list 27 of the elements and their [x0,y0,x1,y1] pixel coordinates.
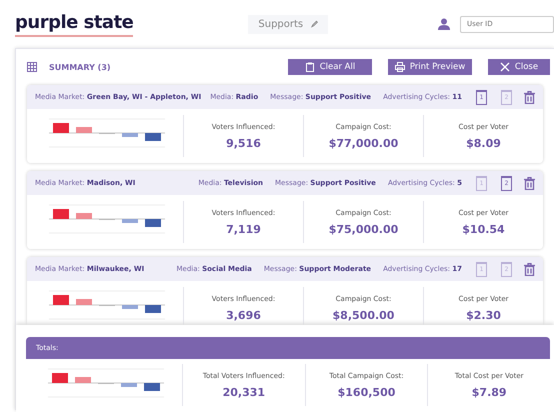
stat-value: $160,500 [338,386,396,398]
stat-value: $7.89 [472,386,507,398]
user-icon [438,18,450,30]
pencil-icon [311,20,318,28]
trash-icon[interactable] [524,176,535,190]
stat-value: $75,000.00 [328,222,398,236]
trash-icon[interactable] [524,262,535,276]
page-title[interactable]: Supports [248,14,328,34]
clipboard-icon [304,62,315,72]
stat-value: 7,119 [226,222,261,236]
summary-title: SUMMARY (3) [49,62,111,72]
logo: purple state [15,11,134,37]
stat-value: 20,331 [222,386,266,398]
print-button[interactable]: Print Preview [388,59,472,75]
close-button[interactable]: Close [488,59,550,75]
close-icon [500,62,510,72]
stat-value: $8.09 [466,136,501,150]
stat-value: $77,000.00 [328,136,398,150]
stat-value: $2.30 [466,308,501,322]
stat-value: $10.54 [462,222,505,236]
printer-icon [394,62,405,72]
stat-value: 3,696 [226,308,261,322]
stat-value: 9,516 [226,136,261,150]
clear-button[interactable]: Clear All [288,59,372,75]
trash-icon[interactable] [524,90,535,104]
stat-value: $8,500.00 [332,308,394,322]
grid-icon [27,62,37,72]
